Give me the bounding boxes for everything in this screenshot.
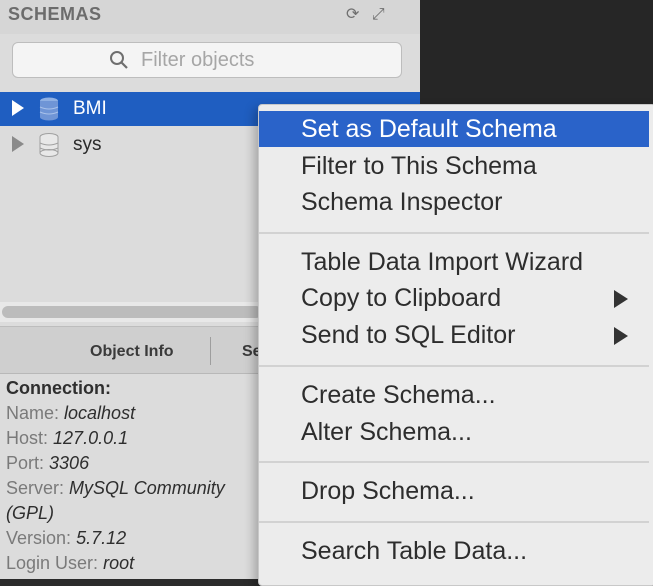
menu-item-label: Copy to Clipboard [301,284,502,312]
info-value: 127.0.0.1 [53,428,129,448]
menu-item-label: Create Schema... [301,381,496,409]
info-label: Host: [6,428,49,448]
menu-separator [259,365,649,367]
filter-objects-input[interactable] [141,47,381,73]
menu-item-label: Send to SQL Editor [301,321,516,349]
menu-item-alter-schema[interactable]: Alter Schema... [259,414,649,450]
menu-item-create-schema[interactable]: Create Schema... [259,377,649,413]
expand-arrow-icon[interactable] [12,100,24,116]
menu-item-send-to-sql-editor[interactable]: Send to SQL Editor [259,317,649,353]
menu-item-drop-schema[interactable]: Drop Schema... [259,473,649,509]
expand-icon[interactable]: ⤢ [372,6,385,23]
info-value: root [103,553,135,573]
info-label: Name: [6,403,60,423]
submenu-arrow-icon [614,327,628,345]
schema-name: BMI [73,98,107,119]
info-value: (GPL) [6,503,55,523]
expand-arrow-icon[interactable] [12,136,24,152]
schema-context-menu: Set as Default Schema Filter to This Sch… [258,104,653,586]
schema-name: sys [73,134,102,155]
menu-item-label: Search Table Data... [301,537,528,565]
tab-object-info[interactable]: Object Info [90,343,174,361]
info-value: 5.7.12 [76,528,127,548]
menu-item-label: Table Data Import Wizard [301,248,584,276]
menu-item-label: Set as Default Schema [301,115,557,143]
info-label: Server: [6,478,65,498]
tab-divider [210,337,211,365]
scrollbar-thumb[interactable] [2,306,262,318]
menu-item-schema-inspector[interactable]: Schema Inspector [259,184,649,220]
info-label: Port: [6,453,45,473]
refresh-icon[interactable]: ⟳ [346,6,359,23]
info-label: Login User: [6,553,99,573]
info-value: localhost [64,403,136,423]
database-icon [39,133,59,157]
header-icons: ⟳ ⤢ [346,4,393,24]
menu-item-set-default-schema[interactable]: Set as Default Schema [259,111,649,147]
menu-separator [259,521,649,523]
menu-item-search-table-data[interactable]: Search Table Data... [259,533,649,569]
menu-item-filter-to-schema[interactable]: Filter to This Schema [259,148,649,184]
menu-item-label: Alter Schema... [301,418,472,446]
info-value: MySQL Community [69,478,225,498]
menu-item-label: Schema Inspector [301,188,503,216]
menu-item-label: Filter to This Schema [301,152,537,180]
menu-item-table-data-import-wizard[interactable]: Table Data Import Wizard [259,244,649,280]
submenu-arrow-icon [614,290,628,308]
schemas-header: SCHEMAS ⟳ ⤢ [0,0,420,34]
menu-item-copy-to-clipboard[interactable]: Copy to Clipboard [259,280,649,316]
menu-separator [259,232,649,234]
menu-item-label: Drop Schema... [301,477,475,505]
menu-separator [259,461,649,463]
filter-box[interactable] [12,42,402,78]
search-icon [110,51,128,69]
database-icon [39,97,59,121]
info-label: Version: [6,528,72,548]
schemas-title: SCHEMAS [8,4,102,24]
info-value: 3306 [49,453,90,473]
